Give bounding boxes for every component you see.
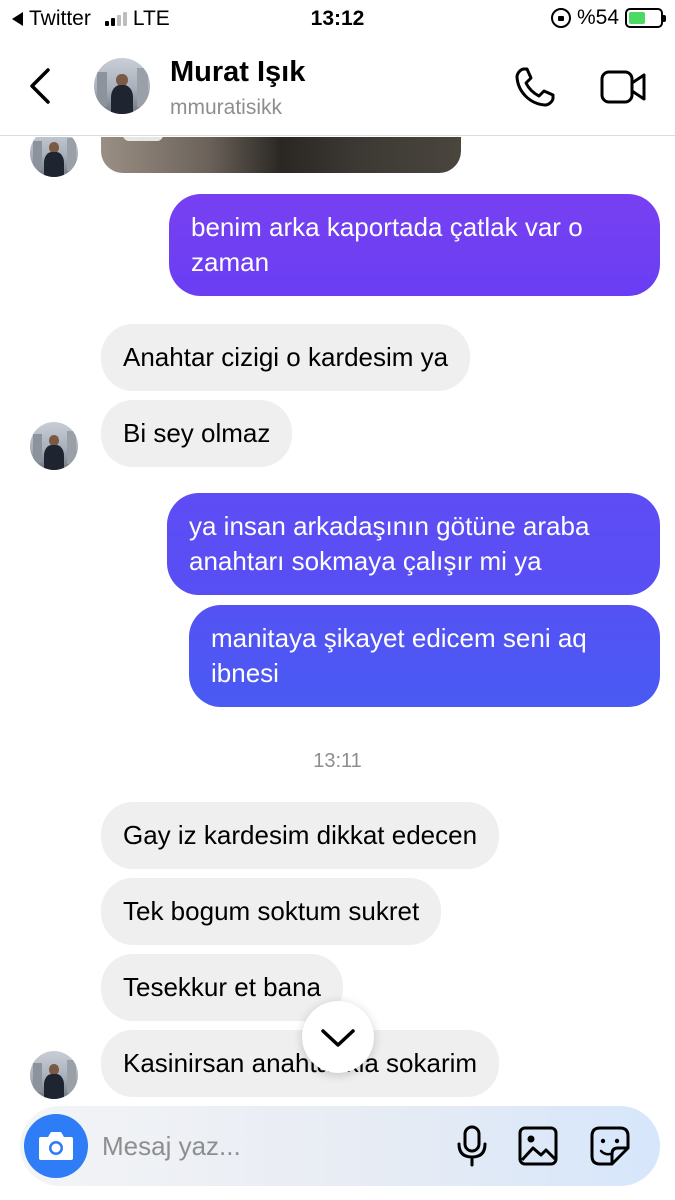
message-incoming[interactable]: Gay iz kardesim dikkat edecen: [101, 802, 500, 869]
voice-message-button[interactable]: [452, 1124, 492, 1168]
message-incoming[interactable]: Anahtar cizigi o kardesim ya: [101, 324, 471, 391]
sender-avatar[interactable]: [30, 422, 78, 470]
message-thread[interactable]: benim arka kaportada çatlak var o zaman …: [0, 137, 675, 1100]
camera-button[interactable]: [24, 1114, 88, 1178]
message-outgoing[interactable]: benim arka kaportada çatlak var o zaman: [169, 194, 660, 296]
shared-video-message[interactable]: [101, 137, 461, 173]
rotation-lock-icon: [550, 8, 571, 28]
status-bar: Twitter LTE 13:12 %54: [0, 0, 675, 38]
sender-avatar[interactable]: [30, 1051, 78, 1099]
battery-icon: [625, 8, 666, 28]
video-call-button[interactable]: [598, 64, 648, 110]
chat-header: Murat Işık mmuratisikk: [0, 38, 675, 136]
message-incoming[interactable]: Bi sey olmaz: [101, 400, 293, 467]
battery-percent: %54: [576, 6, 619, 29]
gallery-button[interactable]: [516, 1124, 560, 1168]
chevron-down-icon: [321, 1029, 355, 1047]
scroll-to-bottom-button[interactable]: [302, 1001, 374, 1073]
message-input[interactable]: [102, 1126, 422, 1166]
message-outgoing[interactable]: ya insan arkadaşının götüne araba anahta…: [167, 493, 660, 595]
call-button[interactable]: [512, 64, 558, 110]
sender-avatar[interactable]: [30, 137, 78, 177]
sticker-button[interactable]: [588, 1124, 632, 1168]
message-composer: [20, 1106, 660, 1186]
camera-icon: [39, 1132, 73, 1160]
video-play-icon: [123, 137, 163, 141]
contact-name[interactable]: Murat Işık: [170, 56, 305, 89]
sticker-icon: [590, 1126, 630, 1166]
message-outgoing[interactable]: manitaya şikayet edicem seni aq ibnesi: [189, 605, 660, 707]
message-incoming[interactable]: Tek bogum soktum sukret: [101, 878, 442, 945]
gallery-icon: [518, 1126, 558, 1166]
message-incoming[interactable]: Kasinirsan anahtarikla sokarim: [101, 1030, 500, 1097]
microphone-icon: [457, 1125, 487, 1167]
contact-username[interactable]: mmuratisikk: [170, 96, 282, 120]
back-button[interactable]: [22, 66, 62, 106]
phone-icon: [515, 67, 555, 107]
video-camera-icon: [600, 70, 646, 104]
back-chevron-icon: [30, 68, 50, 104]
message-timestamp: 13:11: [313, 750, 362, 772]
profile-avatar[interactable]: [94, 58, 150, 114]
